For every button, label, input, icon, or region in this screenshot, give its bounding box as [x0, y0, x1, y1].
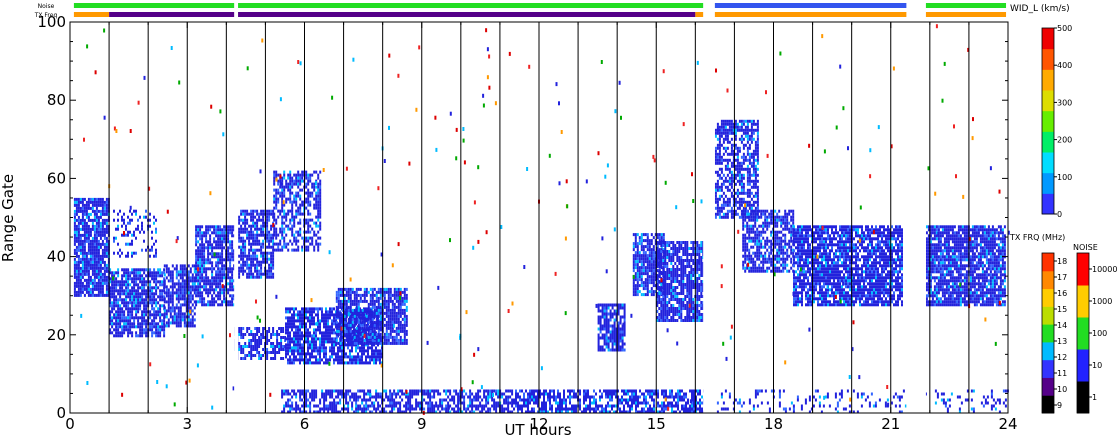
x-tick-label: 3	[182, 415, 192, 433]
y-tick-label: 100	[37, 13, 66, 31]
status-bars	[73, 3, 1007, 17]
y-tick-label: 40	[47, 248, 66, 266]
velocity-colorbar-tick-label: 0	[1057, 210, 1062, 219]
x-tick-label: 18	[764, 415, 783, 433]
velocity-colorbar: 0 100 200 300 400 500	[1041, 24, 1072, 219]
noise-colorbar-tick-label: 10	[1092, 361, 1102, 370]
velocity-colorbar-swatch	[1042, 69, 1054, 91]
y-tick-label: 20	[47, 326, 66, 344]
noise-colorbar-swatch	[1077, 317, 1089, 350]
velocity-colorbar-tick-label: 100	[1057, 173, 1072, 182]
y-axis-label: Range Gate	[0, 174, 17, 262]
velocity-colorbar-swatch	[1042, 131, 1054, 153]
noise-colorbar-tick-label: 100	[1092, 329, 1107, 338]
txfreq-colorbar-tick-label: 9	[1057, 401, 1062, 410]
velocity-colorbar-swatch	[1042, 48, 1054, 70]
velocity-colorbar-swatch	[1042, 193, 1054, 215]
txfreq-colorbar-tick-label: 10	[1057, 385, 1067, 394]
x-tick-label: 21	[881, 415, 900, 433]
data-gap	[703, 22, 715, 413]
txfreq-colorbar-swatch	[1042, 288, 1054, 307]
txfreq-colorbar-swatch	[1042, 359, 1054, 378]
y-tick-label: 0	[56, 404, 66, 422]
noise-segment	[238, 3, 704, 8]
noise-colorbar-title: NOISE	[1073, 243, 1098, 252]
txfreq-colorbar-tick-label: 17	[1057, 273, 1067, 282]
txfreq-colorbar-swatch	[1042, 395, 1054, 414]
txfreq-colorbar-swatch	[1042, 253, 1054, 272]
txfreq-colorbar-tick-label: 12	[1057, 353, 1067, 362]
x-axis-label: UT hours	[504, 421, 571, 435]
txfreq-colorbar-tick-label: 13	[1057, 337, 1067, 346]
velocity-colorbar-title: WID_L (km/s)	[1010, 4, 1070, 14]
noise-colorbar: 1 10 100 1000 10000	[1076, 252, 1117, 414]
noise-colorbar-swatch	[1077, 285, 1089, 318]
txfreq-colorbar: 9 10 11 12 13 14 15 16 17 18	[1041, 252, 1067, 414]
txfreq-segment	[695, 12, 704, 17]
chart-figure: Noise TX Freq 0 3 6 9 12 15 18 21 24 02040608010…	[0, 3, 1117, 435]
x-tick-label: 24	[998, 415, 1017, 433]
txfreq-segment	[73, 12, 110, 17]
velocity-colorbar-tick-label: 300	[1057, 98, 1072, 107]
velocity-colorbar-swatch	[1042, 172, 1054, 194]
y-tick-label: 60	[47, 169, 66, 187]
noise-segment	[925, 3, 1007, 8]
velocity-colorbar-tick-label: 400	[1057, 61, 1072, 70]
txfreq-colorbar-swatch	[1042, 341, 1054, 361]
txfreq-segment	[238, 12, 696, 17]
noise-colorbar-tick-label: 10000	[1092, 265, 1117, 274]
txfreq-colorbar-tick-label: 14	[1057, 321, 1067, 330]
txfreq-segment	[714, 12, 907, 17]
txfreq-colorbar-tick-label: 11	[1057, 369, 1067, 378]
velocity-colorbar-swatch	[1042, 110, 1054, 132]
x-tick-label: 0	[65, 415, 75, 433]
velocity-colorbar-tick-label: 500	[1057, 24, 1072, 33]
noise-colorbar-tick-label: 1000	[1092, 297, 1112, 306]
data-gap	[906, 22, 926, 413]
noise-bar-label: Noise	[38, 3, 55, 10]
x-tick-label: 9	[417, 415, 427, 433]
txfreq-colorbar-tick-label: 15	[1057, 305, 1067, 314]
txfreq-colorbar-swatch	[1042, 270, 1054, 290]
txfreq-colorbar-swatch	[1042, 377, 1054, 396]
velocity-colorbar-tick-label: 200	[1057, 136, 1072, 145]
txfreq-colorbar-tick-label: 16	[1057, 289, 1067, 298]
y-tick-label: 80	[47, 91, 66, 109]
x-tick-label: 6	[300, 415, 310, 433]
txfreq-colorbar-title: TX FRQ (MHz)	[1009, 233, 1065, 242]
data-gap	[234, 22, 239, 413]
velocity-colorbar-swatch	[1042, 28, 1054, 50]
noise-colorbar-swatch	[1077, 349, 1089, 382]
txfreq-segment	[925, 12, 1007, 17]
noise-colorbar-tick-label: 1	[1092, 393, 1097, 402]
x-tick-label: 15	[647, 415, 666, 433]
velocity-colorbar-swatch	[1042, 90, 1054, 112]
noise-colorbar-swatch	[1077, 253, 1089, 286]
txfreq-colorbar-tick-label: 18	[1057, 257, 1067, 266]
velocity-colorbar-swatch	[1042, 152, 1054, 174]
noise-segment	[714, 3, 907, 8]
txfreq-segment	[109, 12, 235, 17]
txfreq-colorbar-swatch	[1042, 306, 1054, 325]
txfreq-colorbar-swatch	[1042, 324, 1054, 343]
plot-area: 0 3 6 9 12 15 18 21 24 020406080100	[37, 13, 1017, 433]
noise-segment	[73, 3, 235, 8]
noise-colorbar-swatch	[1077, 381, 1089, 414]
